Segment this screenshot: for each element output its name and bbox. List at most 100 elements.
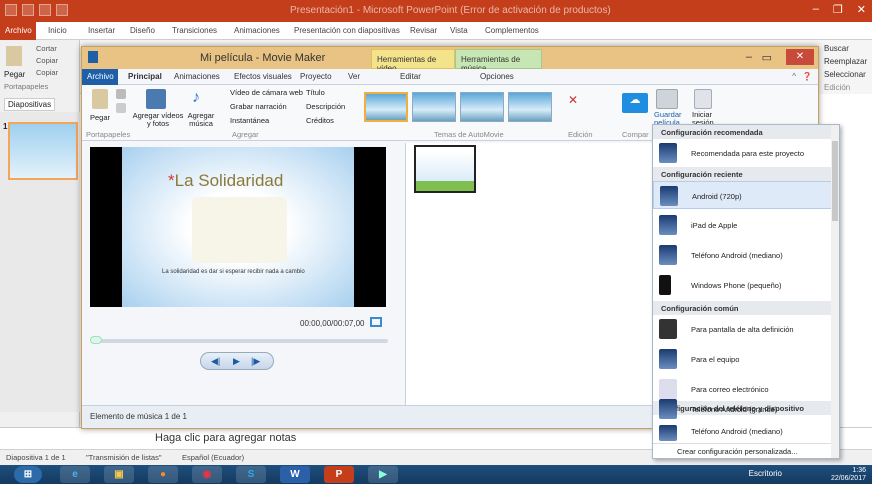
minimize-icon[interactable]: –: [813, 3, 819, 16]
copy-format-button[interactable]: Copiar: [36, 68, 58, 77]
storyboard-clip[interactable]: [414, 145, 476, 193]
tab-diseno[interactable]: Diseño: [130, 26, 155, 35]
dd-item-hd-display[interactable]: Para pantalla de alta definición: [653, 315, 833, 343]
music-track[interactable]: [416, 181, 474, 191]
tab-efectos[interactable]: Efectos visuales: [234, 72, 292, 81]
moviemaker-taskbar-icon[interactable]: ▶: [368, 466, 398, 483]
dd-item-android-medium-2[interactable]: Teléfono Android (mediano): [653, 421, 833, 443]
copy-button[interactable]: Copiar: [36, 56, 58, 65]
seek-bar[interactable]: [92, 339, 388, 343]
dd-item-recommended[interactable]: Recomendada para este proyecto: [653, 139, 833, 167]
tab-diapositivas[interactable]: Diapositivas: [4, 98, 56, 111]
music-note-icon[interactable]: ♪: [192, 89, 206, 109]
explorer-icon[interactable]: ▣: [104, 466, 134, 483]
mm-minimize-icon[interactable]: –: [746, 51, 752, 63]
tab-mm-animaciones[interactable]: Animaciones: [174, 72, 220, 81]
tab-complementos[interactable]: Complementos: [485, 26, 539, 35]
tab-proyecto[interactable]: Proyecto: [300, 72, 332, 81]
fullscreen-icon[interactable]: [370, 317, 382, 327]
tab-opciones[interactable]: Opciones: [480, 72, 514, 81]
mm-close-icon[interactable]: ✕: [786, 49, 814, 65]
automovie-theme-4[interactable]: [508, 92, 552, 122]
slide-number: 1: [3, 122, 8, 131]
tab-presentacion[interactable]: Presentación con diapositivas: [294, 26, 400, 35]
cut-button[interactable]: Cortar: [36, 44, 57, 53]
help-icon[interactable]: ❓: [802, 72, 812, 81]
desktop-toolbar[interactable]: Escritorio: [749, 469, 782, 478]
tab-revisar[interactable]: Revisar: [410, 26, 437, 35]
add-music-button[interactable]: Agregar música: [184, 112, 218, 128]
remove-icon[interactable]: ✕: [568, 93, 580, 107]
save-icon[interactable]: [22, 4, 34, 16]
word-icon[interactable]: W: [280, 466, 310, 483]
restore-icon[interactable]: ❐: [833, 3, 843, 16]
add-videos-button[interactable]: Agregar vídeos y fotos: [132, 112, 184, 128]
tab-insertar[interactable]: Insertar: [88, 26, 115, 35]
firefox-icon[interactable]: ●: [148, 466, 178, 483]
redo-icon[interactable]: [56, 4, 68, 16]
recommended-icon: [659, 143, 677, 163]
language-status[interactable]: Español (Ecuador): [182, 453, 244, 462]
dd-item-ipad[interactable]: iPad de Apple: [653, 211, 833, 239]
mm-paste-button[interactable]: Pegar: [90, 113, 110, 122]
dropdown-scrollbar[interactable]: [831, 125, 839, 458]
powerpoint-taskbar-icon[interactable]: P: [324, 466, 354, 483]
moviemaker-app-icon[interactable]: [88, 51, 98, 63]
save-movie-icon[interactable]: [656, 89, 678, 109]
mm-paste-icon[interactable]: [92, 89, 108, 109]
close-icon[interactable]: ✕: [857, 3, 866, 16]
dropdown-scroll-thumb[interactable]: [832, 141, 838, 221]
powerpoint-app-icon[interactable]: [5, 4, 17, 16]
caption-button[interactable]: Descripción: [306, 102, 345, 111]
webcam-button[interactable]: Vídeo de cámara web: [230, 88, 303, 97]
skype-icon[interactable]: S: [236, 466, 266, 483]
mm-file-tab[interactable]: Archivo: [82, 69, 118, 85]
automovie-theme-3[interactable]: [460, 92, 504, 122]
clock[interactable]: 1:36 22/06/2017: [831, 467, 866, 483]
dd-item-android-720p[interactable]: Android (720p): [653, 181, 833, 209]
play-icon[interactable]: ▶: [233, 356, 240, 367]
ie-icon[interactable]: e: [60, 466, 90, 483]
dd-item-android-medium[interactable]: Teléfono Android (mediano): [653, 241, 833, 269]
paste-icon[interactable]: [6, 46, 22, 66]
tab-transiciones[interactable]: Transiciones: [172, 26, 217, 35]
credits-button[interactable]: Créditos: [306, 116, 334, 125]
narration-button[interactable]: Grabar narración: [230, 102, 287, 111]
add-videos-icon[interactable]: [146, 89, 166, 109]
tab-inicio[interactable]: Inicio: [48, 26, 67, 35]
automovie-theme-2[interactable]: [412, 92, 456, 122]
create-custom-setting[interactable]: Crear configuración personalizada...: [653, 443, 833, 458]
tab-vista[interactable]: Vista: [450, 26, 468, 35]
replace-button[interactable]: Reemplazar: [824, 57, 872, 66]
tab-animaciones[interactable]: Animaciones: [234, 26, 280, 35]
title-button[interactable]: Título: [306, 88, 325, 97]
dd-item-computer[interactable]: Para el equipo: [653, 345, 833, 373]
mm-restore-icon[interactable]: ▭: [762, 51, 772, 64]
mm-copy-icon[interactable]: [116, 103, 126, 113]
next-frame-icon[interactable]: |▶: [251, 356, 260, 367]
previous-frame-icon[interactable]: ◀|: [211, 356, 220, 367]
video-preview[interactable]: *La Solidaridad La solidaridad es dar si…: [90, 147, 386, 307]
sign-in-icon[interactable]: [694, 89, 712, 109]
dd-item-android-large[interactable]: Teléfono Android (grande): [653, 395, 833, 423]
dd-item-windows-phone[interactable]: Windows Phone (pequeño): [653, 271, 833, 299]
collapse-ribbon-icon[interactable]: ^: [792, 72, 796, 81]
notes-placeholder[interactable]: Haga clic para agregar notas: [155, 432, 296, 444]
find-button[interactable]: Buscar: [824, 44, 872, 53]
snapshot-button[interactable]: Instantánea: [230, 116, 269, 125]
select-button[interactable]: Seleccionar: [824, 70, 872, 79]
undo-icon[interactable]: [39, 4, 51, 16]
paste-button[interactable]: Pegar: [4, 70, 25, 79]
file-tab[interactable]: Archivo: [0, 22, 36, 40]
automovie-theme-1[interactable]: [364, 92, 408, 122]
seek-thumb[interactable]: [90, 336, 102, 344]
tab-editar[interactable]: Editar: [400, 72, 421, 81]
tab-ver[interactable]: Ver: [348, 72, 360, 81]
tab-principal[interactable]: Principal: [128, 72, 162, 81]
slide-title-text: La Solidaridad: [174, 171, 284, 190]
chrome-icon[interactable]: ◉: [192, 466, 222, 483]
mm-cut-icon[interactable]: [116, 89, 126, 99]
start-button[interactable]: ⊞: [14, 466, 42, 483]
slide-thumbnail[interactable]: [8, 122, 78, 180]
onedrive-icon[interactable]: ☁: [622, 93, 648, 113]
